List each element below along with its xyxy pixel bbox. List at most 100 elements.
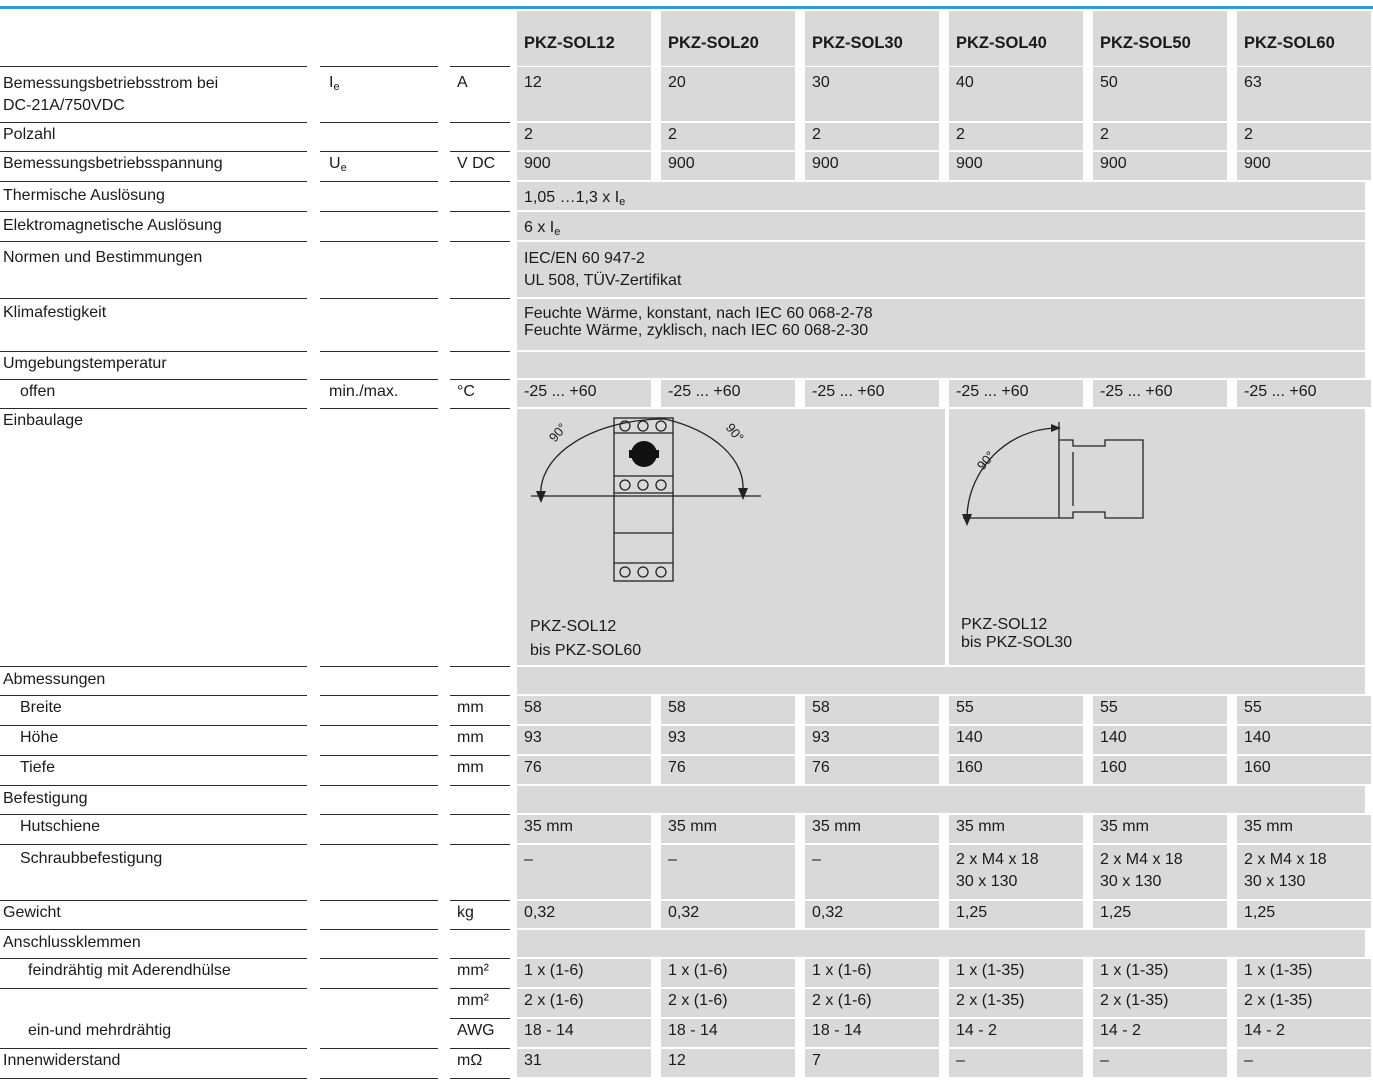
column-header: PKZ-SOL40 [949,11,1083,66]
row-label-fine1: feindrähtig mit Aderendhülse [28,962,231,979]
row-label-width: Breite [20,699,62,716]
value-cell: 93 [517,726,651,754]
text-line: Feuchte Wärme, zyklisch, nach IEC 60 068… [524,322,869,339]
row-label-dimensions: Abmessungen [3,671,106,688]
value-cell: 1,25 [1237,901,1371,928]
row-label-voltage: Bemessungsbetriebsspannung [3,155,223,172]
row-divider [320,298,438,299]
row-label-ambient: Umgebungstemperatur [3,355,167,372]
value-cell: 93 [805,726,939,754]
row-label-thermal: Thermische Auslösung [3,187,165,204]
row-label-depth: Tiefe [20,759,55,776]
row-label-standards: Normen und Bestimmungen [3,249,203,266]
value-cell: -25 ... +60 [1093,380,1227,407]
symbol-current: Ie [329,74,340,93]
row-divider [320,241,438,242]
value-cell: 2 x (1-35) [1093,989,1227,1017]
value-cell: – [949,1049,1083,1077]
value-cell: 12 [517,67,651,121]
value-cell: 1 x (1-6) [517,959,651,987]
value-cell: -25 ... +60 [1237,380,1371,407]
value-cell: 63 [1237,67,1371,121]
text-line: Feuchte Wärme, konstant, nach IEC 60 068… [524,305,873,322]
value-cell-span: 6 x Ie [517,212,1365,240]
row-divider [450,241,510,242]
value-cell: 140 [1093,726,1227,754]
value-cell: 0,32 [805,901,939,928]
value-cell: 900 [805,152,939,180]
value-cell: 2 [1237,123,1371,150]
text-line: 30 x 130 [1100,873,1162,890]
value-cell: 0,32 [661,901,795,928]
header-accent-line [0,6,1373,9]
value-cell: 35 mm [805,815,939,843]
value-cell: 2 x (1-6) [661,989,795,1017]
text-line: UL 508, TÜV-Zertifikat [524,272,682,289]
value-cell: – [517,845,651,899]
column-header: PKZ-SOL50 [1093,11,1227,66]
row-label-fixing: Befestigung [3,790,88,807]
unit-awg: AWG [457,1022,495,1039]
row-divider [450,929,510,930]
row-divider [450,1078,510,1079]
value-cell-span: 1,05 …1,3 x Ie [517,182,1365,210]
value-cell: 2 x (1-6) [805,989,939,1017]
value-cell: 0,32 [517,901,651,928]
row-divider [450,666,510,667]
text-line: 30 x 130 [1244,873,1306,890]
mounting-diagram-side [962,422,1144,526]
caption-side: bis PKZ-SOL30 [961,634,1073,651]
row-divider [320,211,438,212]
row-divider [320,814,438,815]
symbol-voltage: Ue [329,155,347,174]
value-cell: 55 [949,696,1083,724]
unit-fine2: mm² [457,992,489,1009]
row-label-magnetic: Elektromagnetische Auslösung [3,217,222,234]
value-cell: 55 [1237,696,1371,724]
unit-fine1: mm² [457,962,489,979]
label-line: DC-21A/750VDC [3,97,125,114]
text-line: 2 x M4 x 18 [1244,851,1327,868]
row-divider [320,844,438,845]
text-line: – [812,851,821,868]
caption-upright: bis PKZ-SOL60 [530,642,642,659]
value-cell: – [661,845,795,899]
row-divider [450,181,510,182]
row-divider [450,122,510,123]
row-label-resistance: Innenwiderstand [3,1052,121,1069]
value-cell: 14 - 2 [1093,1019,1227,1047]
row-divider [320,725,438,726]
value-cell-span: Feuchte Wärme, konstant, nach IEC 60 068… [517,299,1365,350]
row-label-open: offen [20,383,56,400]
row-divider [320,122,438,123]
value-cell: 160 [1093,756,1227,784]
row-label-current: Bemessungsbetriebsstrom bei DC-21A/750VDC [0,67,307,122]
value-cell: 58 [805,696,939,724]
row-divider [320,181,438,182]
row-divider [320,900,438,901]
value-cell: 14 - 2 [949,1019,1083,1047]
value-cell: 2 [661,123,795,150]
row-label-height: Höhe [20,729,59,746]
value-cell: – [1237,1049,1371,1077]
spec-table: PKZ-SOL12 PKZ-SOL20 PKZ-SOL30 PKZ-SOL40 PKZ-… [0,0,1373,1081]
value-cell: 58 [661,696,795,724]
text-line: 2 x M4 x 18 [956,851,1039,868]
text-line: 30 x 130 [956,873,1018,890]
unit-current: A [457,74,468,91]
value-cell: 35 mm [517,815,651,843]
unit-resistance: mΩ [457,1052,483,1069]
value-cell: 93 [661,726,795,754]
value-cell: 2 x (1-35) [1237,989,1371,1017]
column-header: PKZ-SOL60 [1237,11,1371,66]
value-cell: 35 mm [1237,815,1371,843]
value-cell: 1 x (1-6) [805,959,939,987]
value-cell: 2 [1093,123,1227,150]
value-cell: 18 - 14 [517,1019,651,1047]
subscript: e [619,196,626,208]
text-line: IEC/EN 60 947-2 [524,250,645,267]
row-divider [320,755,438,756]
subscript: e [340,162,347,174]
value-cell: 1 x (1-35) [949,959,1083,987]
text-line: 2 x M4 x 18 [1100,851,1183,868]
